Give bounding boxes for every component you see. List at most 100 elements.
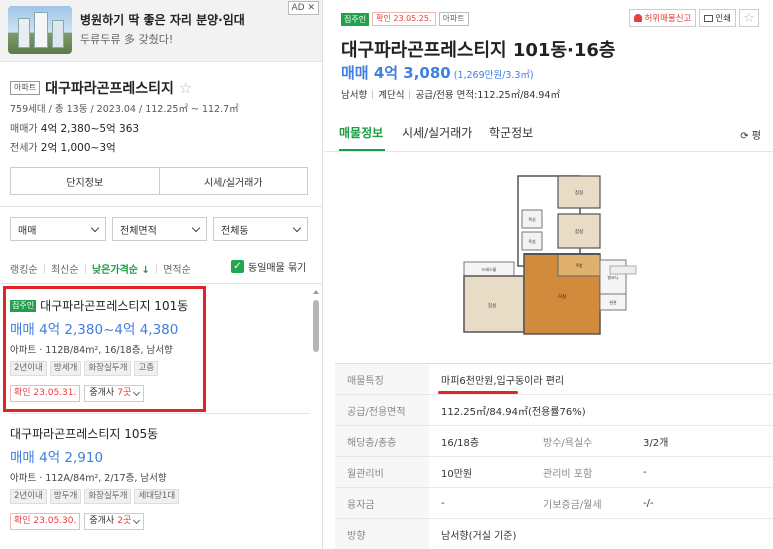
row-label: 월관리비 — [335, 457, 429, 487]
scroll-up-arrow-icon[interactable] — [313, 290, 319, 294]
row-value: 3/2개 — [643, 437, 669, 449]
row-value: -/- — [643, 497, 654, 509]
active-tab-indicator — [339, 149, 385, 151]
complex-meta: 759세대 / 총 13동 / 2023.04 / 112.25㎡ ~ 112.… — [10, 104, 239, 115]
agent-label: 중개사 — [89, 516, 115, 526]
print-button[interactable]: 인쇄 — [699, 9, 736, 27]
floor-plan-label: 발코니 — [607, 274, 618, 280]
complex-header: 아파트 대구파라곤프레스티지 ☆ — [10, 78, 192, 98]
same-listing-label: 동일매물 묶기 — [248, 263, 307, 274]
table-row: 해당층/총층 16/18층 방수/욕실수 3/2개 — [335, 426, 773, 457]
row-value: 남서향(거실 기준) — [441, 530, 517, 542]
ad-close-badge[interactable]: AD ✕ — [287, 1, 319, 15]
printer-icon — [704, 14, 714, 22]
detail-price: 매매 4억 3,080 (1,269만원/3.3㎡) — [341, 62, 534, 83]
floor-plan-label: 주방 — [575, 262, 583, 268]
row-label: 방향 — [335, 519, 429, 549]
divider — [10, 413, 310, 414]
favorite-star-icon[interactable]: ☆ — [739, 9, 759, 27]
feature-chip: 세대당1대 — [134, 489, 180, 504]
floor-plan-label: 욕실 — [528, 216, 536, 222]
ad-thumbnail — [8, 6, 72, 54]
direction: 남서향 — [341, 90, 368, 101]
floor-plan-label: 현관 — [609, 299, 617, 305]
sort-low-price[interactable]: 낮은가격순 ↓ — [92, 261, 150, 276]
complex-tabs: 단지정보 시세/실거래가 — [10, 167, 308, 195]
area-info: 공급/전용 면적:112.25㎡/84.94㎡ — [415, 90, 560, 101]
building-select[interactable]: 전체동 — [213, 217, 308, 241]
ad-title[interactable]: 병원하기 딱 좋은 자리 분양·임대 — [80, 11, 245, 28]
detail-actions: 허위매물신고 인쇄 ☆ — [629, 9, 759, 27]
print-label: 인쇄 — [715, 14, 731, 24]
row-label: 공급/전용면적 — [335, 395, 429, 425]
floor-plan-label: 거실 — [558, 293, 566, 300]
ad-banner[interactable]: 병원하기 딱 좋은 자리 분양·임대 두류두류 多 갖췄다! AD ✕ — [0, 0, 322, 62]
feature-chip: 방두개 — [49, 489, 82, 504]
report-button[interactable]: 허위매물신고 — [629, 9, 697, 27]
table-row: 공급/전용면적 112.25㎡/84.94㎡(전용률76%) — [335, 395, 773, 426]
sort-rank[interactable]: 랭킹순 — [10, 261, 38, 276]
listing-price: 매매 4억 2,910 — [10, 450, 104, 466]
detail-title: 대구파라곤프레스티지 101동·16층 — [341, 40, 616, 61]
listing-title[interactable]: 대구파라곤프레스티지 105동 — [10, 425, 158, 442]
feature-chip: 화장실두개 — [84, 489, 132, 504]
sort-recent[interactable]: 최신순 — [51, 261, 79, 276]
floor-plan-image[interactable]: 침실 침실 욕실 욕실 드레스룸 거실 주방 침실 발코니 현관 — [460, 170, 640, 335]
complex-name: 대구파라곤프레스티지 — [45, 81, 174, 97]
listing-chips: 2년이내 방두개 화장실두개 세대당1대 — [10, 489, 300, 504]
listing-item[interactable]: 대구파라곤프레스티지 105동 매매 4억 2,910 아파트 · 112A/8… — [10, 425, 300, 530]
floor-plan-label: 욕실 — [528, 238, 536, 244]
stairs-type: 계단식 — [378, 90, 405, 101]
area-select[interactable]: 전체면적 — [112, 217, 207, 241]
tab-school-info[interactable]: 학군정보 — [489, 124, 533, 141]
feature-chip: 2년이내 — [10, 489, 47, 504]
sort-area[interactable]: 면적순 — [163, 261, 191, 276]
listing-panel: 병원하기 딱 좋은 자리 분양·임대 두류두류 多 갖췄다! AD ✕ 아파트 … — [0, 0, 323, 549]
owner-tag: 집주인 — [341, 12, 370, 26]
deal-type-select[interactable]: 매매 — [10, 217, 106, 241]
floor-plan-label: 침실 — [575, 189, 583, 196]
row-label: 방수/욕실수 — [537, 426, 631, 456]
row-value: 16/18층 — [441, 437, 480, 449]
favorite-star-icon[interactable]: ☆ — [179, 81, 192, 96]
divider — [0, 206, 322, 207]
filter-bar: 매매 전체면적 전체동 — [10, 217, 308, 241]
listing-spec: 아파트 · 112A/84m², 2/17층, 남서향 — [10, 473, 167, 484]
list-scrollbar[interactable] — [311, 286, 321, 549]
highlight-underline — [438, 391, 518, 394]
detail-tabs: 매물정보 시세/실거래가 학군정보 ⟳ 평 — [324, 114, 773, 152]
confirm-date-badge: 확인 23.05.30. — [10, 513, 81, 530]
jeonse-price-value: 2억 1,000~3억 — [40, 142, 116, 154]
detail-tags: 집주인 확인 23.05.25. 아파트 — [341, 12, 469, 26]
detail-price-value: 매매 4억 3,080 — [341, 64, 451, 82]
table-row: 융자금 - 기보증금/월세 -/- — [335, 488, 773, 519]
row-value: - — [643, 466, 647, 478]
ad-subtitle: 두류두류 多 갖췄다! — [80, 33, 174, 46]
chevron-down-icon — [133, 516, 141, 524]
row-label: 매물특징 — [335, 364, 429, 394]
unit-toggle-button[interactable]: ⟳ 평 — [740, 127, 761, 142]
type-tag: 아파트 — [438, 12, 469, 26]
row-label: 융자금 — [335, 488, 429, 518]
area-value: 전체면적 — [120, 225, 157, 237]
floor-plan-label: 침실 — [575, 228, 583, 235]
table-row: 월관리비 10만원 관리비 포함 - — [335, 457, 773, 488]
complex-trades-button[interactable]: 시세/실거래가 — [158, 168, 308, 194]
chevron-down-icon — [191, 223, 201, 232]
same-listing-toggle[interactable]: ✓ 동일매물 묶기 — [231, 259, 306, 274]
sale-price-value: 4억 2,380~5억 363 — [40, 123, 140, 135]
complex-info-button[interactable]: 단지정보 — [11, 168, 159, 194]
scroll-thumb[interactable] — [313, 300, 319, 352]
tab-listing-info[interactable]: 매물정보 — [339, 124, 383, 141]
table-row: 방향 남서향(거실 기준) — [335, 519, 773, 549]
row-value: 112.25㎡/84.94㎡(전용률76%) — [441, 406, 586, 418]
row-label: 해당층/총층 — [335, 426, 429, 456]
agent-count-dropdown[interactable]: 중개사 2곳 — [84, 513, 145, 530]
sale-price-label: 매매가 — [10, 124, 38, 135]
building-value: 전체동 — [221, 225, 249, 237]
highlight-box — [3, 286, 206, 412]
complex-type-tag: 아파트 — [10, 81, 41, 95]
checkbox-checked-icon[interactable]: ✓ — [231, 260, 244, 273]
chevron-down-icon — [90, 223, 100, 232]
tab-market-price[interactable]: 시세/실거래가 — [402, 124, 472, 141]
